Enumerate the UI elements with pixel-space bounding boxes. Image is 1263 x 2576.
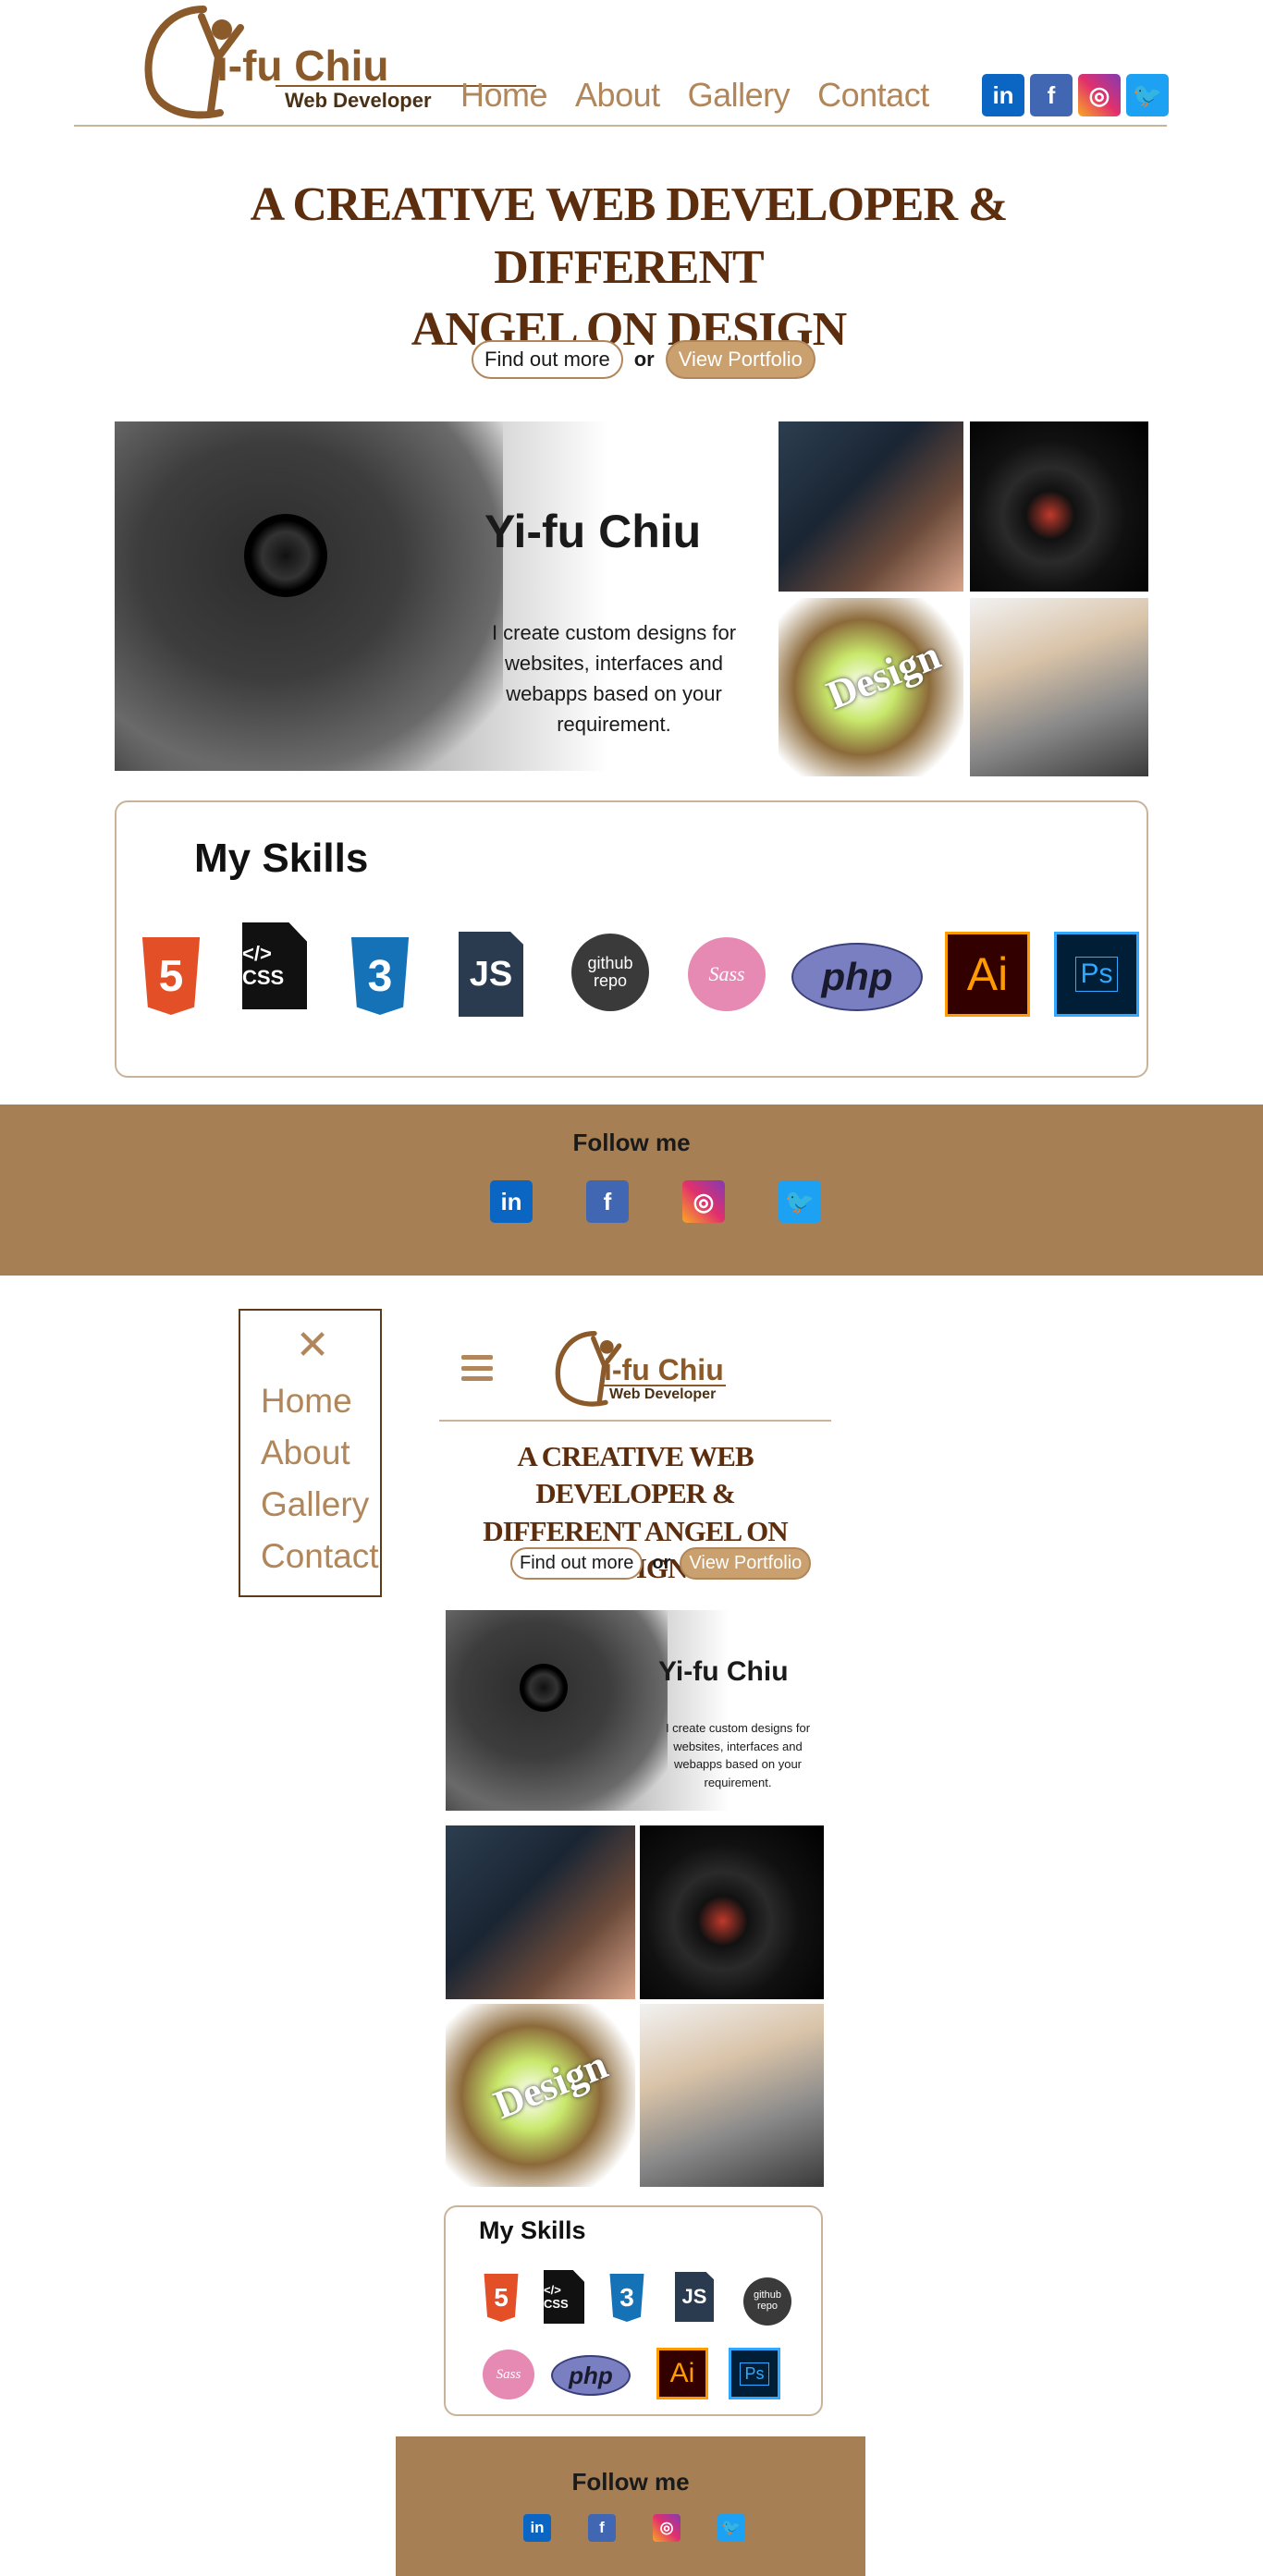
banner-description: I create custom designs for websites, in… <box>665 1721 811 1789</box>
hero-title-line1: A CREATIVE WEB DEVELOPER & DIFFERENT <box>250 178 1009 294</box>
gallery-camera[interactable] <box>970 421 1148 592</box>
twitter-icon[interactable]: 🐦 <box>1126 74 1169 116</box>
banner-description: I create custom designs for websites, in… <box>491 621 737 736</box>
linkedin-icon[interactable]: in <box>490 1180 533 1223</box>
gallery-laptop-code[interactable] <box>779 421 963 592</box>
html5-icon: 5 <box>484 2274 519 2322</box>
nav-about[interactable]: About <box>575 76 660 115</box>
mobile-nav-contact[interactable]: Contact <box>261 1532 379 1581</box>
main-nav: Home About Gallery Contact <box>460 76 957 115</box>
logo-tagline: Web Developer <box>285 89 432 112</box>
or-text: or <box>633 348 655 371</box>
design-label: Design <box>820 631 947 719</box>
instagram-icon[interactable]: ◎ <box>682 1180 725 1223</box>
mobile-footer: Follow me in f ◎ 🐦 <box>396 2436 865 2576</box>
gallery-typing-hands[interactable] <box>640 2004 824 2187</box>
view-portfolio-button[interactable]: View Portfolio <box>680 1547 812 1580</box>
photoshop-icon: Ps <box>1054 932 1139 1017</box>
illustrator-icon: Ai <box>945 932 1030 1017</box>
css3-icon: 3 <box>350 937 410 1015</box>
hero-title-line1: A CREATIVE WEB DEVELOPER & <box>517 1440 754 1510</box>
skills-title: My Skills <box>479 2216 586 2244</box>
github-icon: github repo <box>571 934 649 1011</box>
github-icon: github repo <box>743 2277 791 2326</box>
javascript-icon: JS <box>459 932 523 1017</box>
follow-me-title: Follow me <box>571 2468 690 2496</box>
twitter-icon[interactable]: 🐦 <box>717 2514 745 2542</box>
gallery-design-art[interactable]: Design <box>779 598 963 776</box>
header-social-links: in f ◎ 🐦 <box>982 74 1169 116</box>
mobile-header: i-fu Chiu Web Developer <box>439 1312 831 1422</box>
linkedin-icon[interactable]: in <box>523 2514 551 2542</box>
logo-name: i-fu Chiu <box>604 1353 724 1386</box>
gallery-design-art[interactable]: Design <box>446 2004 635 2187</box>
banner-name: Yi-fu Chiu <box>484 506 702 557</box>
desktop-footer: Follow me in f ◎ 🐦 <box>0 1105 1263 1276</box>
javascript-icon: JS <box>675 2272 714 2322</box>
mobile-nav-gallery[interactable]: Gallery <box>261 1481 379 1529</box>
find-out-more-button[interactable]: Find out more <box>472 340 623 379</box>
mobile-menu-nav: Home About Gallery Contact <box>261 1377 379 1581</box>
photoshop-icon: Ps <box>729 2348 780 2399</box>
profile-banner: Yi-fu Chiu I create custom designs for w… <box>115 421 772 771</box>
mobile-skills-panel: My Skills 5 </> CSS 3 JS github repo Sas… <box>444 2205 823 2416</box>
nav-gallery[interactable]: Gallery <box>688 76 791 115</box>
sass-icon: Sass <box>688 937 766 1011</box>
css-icon: </> CSS <box>544 2270 584 2324</box>
hamburger-menu-icon[interactable] <box>461 1355 493 1381</box>
mobile-menu-panel: ✕ Home About Gallery Contact <box>239 1309 382 1597</box>
skills-title: My Skills <box>194 836 369 881</box>
desktop-header: i-fu Chiu Web Developer Home About Galle… <box>74 0 1169 127</box>
photographer-photo <box>446 1610 668 1811</box>
hero-title: A CREATIVE WEB DEVELOPER & DIFFERENT ANG… <box>166 174 1091 361</box>
mobile-nav-about[interactable]: About <box>261 1429 379 1477</box>
facebook-icon[interactable]: f <box>586 1180 629 1223</box>
nav-contact[interactable]: Contact <box>817 76 929 115</box>
footer-social-links: in f ◎ 🐦 <box>490 1180 821 1223</box>
gallery-typing-hands[interactable] <box>970 598 1148 776</box>
camera-lens-icon <box>520 1664 568 1712</box>
mobile-hero-cta-row: Find out more or View Portfolio <box>510 1547 812 1580</box>
facebook-icon[interactable]: f <box>1030 74 1073 116</box>
mobile-profile-banner: Yi-fu Chiu I create custom designs for w… <box>446 1610 824 1811</box>
or-text: or <box>652 1553 671 1573</box>
php-icon: php <box>551 2355 631 2396</box>
view-portfolio-button[interactable]: View Portfolio <box>665 340 815 379</box>
skills-panel: My Skills 5 </> CSS 3 JS github repo Sas… <box>115 800 1148 1078</box>
twitter-icon[interactable]: 🐦 <box>779 1180 821 1223</box>
css-icon: </> CSS <box>242 922 307 1009</box>
close-icon[interactable]: ✕ <box>294 1325 331 1366</box>
photographer-photo <box>115 421 503 771</box>
find-out-more-button[interactable]: Find out more <box>510 1547 644 1580</box>
footer-social-links: in f ◎ 🐦 <box>523 2514 745 2542</box>
linkedin-icon[interactable]: in <box>982 74 1024 116</box>
instagram-icon[interactable]: ◎ <box>653 2514 681 2542</box>
facebook-icon[interactable]: f <box>588 2514 616 2542</box>
css3-icon: 3 <box>609 2274 644 2322</box>
mobile-nav-home[interactable]: Home <box>261 1377 379 1425</box>
camera-lens-icon <box>244 514 327 597</box>
logo-tagline: Web Developer <box>609 1386 717 1402</box>
logo-name: i-fu Chiu <box>216 42 389 90</box>
gallery-camera[interactable] <box>640 1825 824 1999</box>
nav-home[interactable]: Home <box>460 76 548 115</box>
sass-icon: Sass <box>483 2350 534 2399</box>
instagram-icon[interactable]: ◎ <box>1078 74 1121 116</box>
logo[interactable]: i-fu Chiu Web Developer <box>137 0 536 122</box>
photoshop-label: Ps <box>740 2362 769 2386</box>
photoshop-label: Ps <box>1075 957 1118 992</box>
php-icon: php <box>791 943 923 1011</box>
illustrator-icon: Ai <box>656 2348 708 2399</box>
banner-name: Yi-fu Chiu <box>658 1656 789 1687</box>
html5-icon: 5 <box>141 937 201 1015</box>
mobile-logo[interactable]: i-fu Chiu Web Developer <box>550 1325 735 1410</box>
hero-cta-row: Find out more or View Portfolio <box>472 340 815 379</box>
design-label: Design <box>487 2041 614 2129</box>
follow-me-title: Follow me <box>572 1129 691 1156</box>
gallery-laptop-code[interactable] <box>446 1825 635 1999</box>
